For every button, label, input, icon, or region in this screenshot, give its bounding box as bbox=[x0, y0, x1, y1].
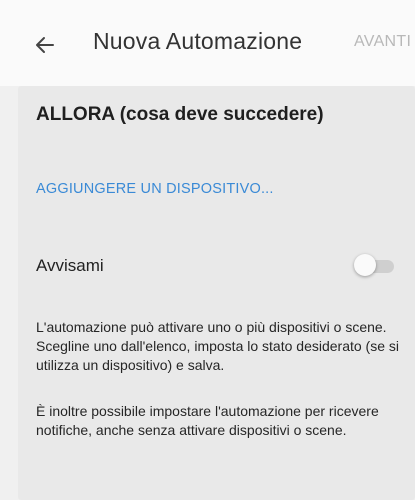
notify-row: Avvisami bbox=[36, 252, 398, 280]
arrow-left-icon bbox=[36, 37, 54, 53]
section-title: ALLORA (cosa deve succedere) bbox=[36, 104, 324, 125]
help-text-devices: L'automazione può attivare uno o più dis… bbox=[36, 319, 399, 373]
help-text-notifications: È inoltre possibile impostare l'automazi… bbox=[36, 403, 379, 438]
notify-label: Avvisami bbox=[36, 256, 104, 275]
then-section-card: ALLORA (cosa deve succedere) AGGIUNGERE … bbox=[18, 86, 415, 500]
page-title: Nuova Automazione bbox=[93, 28, 303, 54]
add-device-link[interactable]: AGGIUNGERE UN DISPOSITIVO... bbox=[36, 181, 274, 197]
next-button[interactable]: AVANTI bbox=[354, 33, 411, 51]
back-button[interactable] bbox=[28, 28, 62, 62]
toggle-thumb bbox=[354, 254, 376, 276]
notify-toggle[interactable] bbox=[354, 254, 396, 278]
app-bar: Nuova Automazione AVANTI bbox=[0, 0, 415, 86]
